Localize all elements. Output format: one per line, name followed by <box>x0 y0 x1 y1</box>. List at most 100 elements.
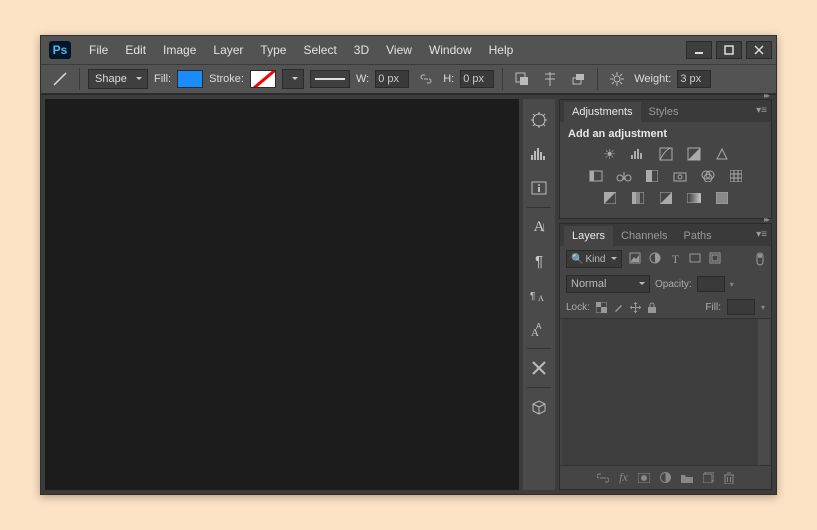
tool-mode-dropdown[interactable]: Shape <box>88 69 148 89</box>
height-label: H: <box>443 73 454 85</box>
menu-image[interactable]: Image <box>155 39 204 61</box>
color-balance-icon[interactable] <box>615 168 633 184</box>
tab-paths[interactable]: Paths <box>676 226 720 246</box>
width-input[interactable] <box>375 70 409 88</box>
svg-text:¶: ¶ <box>530 291 535 302</box>
collapse-panel-icon[interactable]: ▸▸ <box>764 215 768 224</box>
fill-swatch[interactable] <box>177 70 203 88</box>
color-lookup-icon[interactable] <box>727 168 745 184</box>
gear-icon[interactable] <box>606 69 628 89</box>
maximize-button[interactable] <box>716 41 742 59</box>
stroke-width-dropdown[interactable] <box>282 69 304 89</box>
line-tool-icon[interactable] <box>49 70 71 88</box>
threshold-icon[interactable] <box>657 190 675 206</box>
menu-help[interactable]: Help <box>481 39 522 61</box>
add-adjustment-heading: Add an adjustment <box>568 128 763 140</box>
photo-filter-icon[interactable] <box>671 168 689 184</box>
tab-layers[interactable]: Layers <box>564 226 613 246</box>
path-ops-icon[interactable] <box>511 69 533 89</box>
curves-icon[interactable] <box>657 146 675 162</box>
menu-type[interactable]: Type <box>252 39 294 61</box>
titlebar: Ps File Edit Image Layer Type Select 3D … <box>41 36 776 64</box>
right-panels: ▸▸ Adjustments Styles ▾≡ Add an adjustme… <box>557 95 776 494</box>
weight-input[interactable] <box>677 70 711 88</box>
menu-3d[interactable]: 3D <box>346 39 377 61</box>
levels-icon[interactable] <box>629 146 647 162</box>
info-panel-icon[interactable] <box>525 171 553 205</box>
menu-select[interactable]: Select <box>295 39 344 61</box>
3d-panel-icon[interactable] <box>525 390 553 424</box>
paragraph-styles-panel-icon[interactable]: AA <box>525 312 553 346</box>
tools-panel-icon[interactable] <box>525 351 553 385</box>
link-wh-icon[interactable] <box>415 69 437 89</box>
stroke-style-dropdown[interactable] <box>310 70 350 88</box>
menu-view[interactable]: View <box>378 39 420 61</box>
layer-mask-icon[interactable] <box>638 473 650 483</box>
character-styles-panel-icon[interactable]: ¶A <box>525 278 553 312</box>
invert-icon[interactable] <box>601 190 619 206</box>
navigator-panel-icon[interactable] <box>525 103 553 137</box>
panel-menu-icon[interactable]: ▾≡ <box>756 105 767 116</box>
menu-file[interactable]: File <box>81 39 116 61</box>
filter-toggle-icon[interactable] <box>755 252 765 266</box>
opacity-label: Opacity: <box>655 279 692 290</box>
lock-pixels-icon[interactable] <box>613 302 624 313</box>
menu-edit[interactable]: Edit <box>117 39 154 61</box>
fill-input[interactable] <box>727 299 755 315</box>
path-arrange-icon[interactable] <box>567 69 589 89</box>
path-align-icon[interactable] <box>539 69 561 89</box>
layer-style-icon[interactable]: fx <box>619 470 628 485</box>
histogram-panel-icon[interactable] <box>525 137 553 171</box>
blend-mode-dropdown[interactable]: Normal <box>566 275 650 293</box>
height-input[interactable] <box>460 70 494 88</box>
vibrance-icon[interactable] <box>713 146 731 162</box>
hue-sat-icon[interactable] <box>587 168 605 184</box>
delete-layer-icon[interactable] <box>724 472 734 484</box>
weight-label: Weight: <box>634 73 671 85</box>
svg-text:A: A <box>538 294 544 303</box>
maximize-icon <box>724 45 734 55</box>
tab-channels[interactable]: Channels <box>613 226 675 246</box>
filter-pixel-icon[interactable] <box>628 252 642 267</box>
canvas[interactable] <box>45 99 519 490</box>
posterize-icon[interactable] <box>629 190 647 206</box>
filter-shape-icon[interactable] <box>688 252 702 267</box>
exposure-icon[interactable] <box>685 146 703 162</box>
lock-label: Lock: <box>566 302 590 313</box>
main-area: A| ¶ ¶A AA ▸▸ Adjustments Styles ▾≡ Add … <box>41 94 776 494</box>
new-layer-icon[interactable] <box>703 472 714 483</box>
black-white-icon[interactable] <box>643 168 661 184</box>
width-label: W: <box>356 73 369 85</box>
tab-adjustments[interactable]: Adjustments <box>564 102 641 122</box>
minimize-button[interactable] <box>686 41 712 59</box>
opacity-input[interactable] <box>697 276 725 292</box>
close-icon <box>754 45 764 55</box>
app-logo: Ps <box>49 41 71 59</box>
menu-layer[interactable]: Layer <box>205 39 251 61</box>
panel-menu-icon[interactable]: ▾≡ <box>756 229 767 240</box>
lock-position-icon[interactable] <box>630 302 641 313</box>
paragraph-panel-icon[interactable]: ¶ <box>525 244 553 278</box>
layers-footer: fx <box>560 465 771 489</box>
new-adjustment-layer-icon[interactable] <box>660 472 671 483</box>
link-layers-icon[interactable] <box>597 473 609 483</box>
collapse-panel-icon[interactable]: ▸▸ <box>764 91 768 100</box>
lock-all-icon[interactable] <box>647 302 657 313</box>
lock-transparency-icon[interactable] <box>596 302 607 313</box>
menu-window[interactable]: Window <box>421 39 480 61</box>
character-panel-icon[interactable]: A| <box>525 210 553 244</box>
new-group-icon[interactable] <box>681 473 693 483</box>
minimize-icon <box>694 45 704 55</box>
gradient-map-icon[interactable] <box>685 190 703 206</box>
filter-type-icon[interactable]: T <box>668 252 682 267</box>
brightness-contrast-icon[interactable]: ☀ <box>601 146 619 162</box>
filter-smartobj-icon[interactable] <box>708 252 722 267</box>
tab-styles[interactable]: Styles <box>641 102 687 122</box>
stroke-swatch[interactable] <box>250 70 276 88</box>
layer-list[interactable] <box>562 319 769 465</box>
channel-mixer-icon[interactable] <box>699 168 717 184</box>
filter-kind-dropdown[interactable]: 🔍Kind <box>566 250 622 268</box>
filter-adjustment-icon[interactable] <box>648 252 662 267</box>
selective-color-icon[interactable] <box>713 190 731 206</box>
close-button[interactable] <box>746 41 772 59</box>
